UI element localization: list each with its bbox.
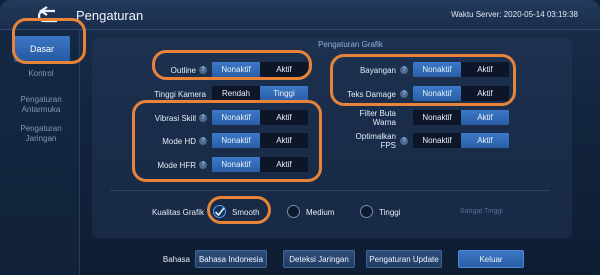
skill-vibration-label: Vibrasi Skill	[154, 114, 196, 123]
quality-radio-medium[interactable]	[287, 205, 300, 218]
quality-option-tinggi-label: Tinggi	[379, 208, 401, 217]
outline-option-on[interactable]: Aktif	[260, 62, 308, 77]
sidebar-item-pengaturan-jaringan[interactable]: Pengaturan Jaringan	[8, 124, 74, 144]
sidebar-item-label: Kontrol	[28, 69, 54, 78]
check-icon	[214, 207, 225, 217]
color-blind-filter-toggle: Nonaktif Aktif	[413, 110, 509, 125]
vibration-option-on[interactable]: Aktif	[260, 110, 308, 125]
quality-option-very-high-label: Sangat Tinggi	[460, 208, 503, 215]
page-title: Pengaturan	[76, 8, 144, 23]
hd-option-on[interactable]: Aktif	[260, 133, 308, 148]
optimize-fps-toggle: Nonaktif Aktif	[413, 133, 509, 148]
fps-option-off[interactable]: Nonaktif	[413, 133, 461, 148]
sidebar-item-label: Dasar	[29, 44, 54, 54]
vibration-option-off[interactable]: Nonaktif	[212, 110, 260, 125]
outline-label: Outline	[170, 66, 196, 75]
help-icon[interactable]: ?	[199, 137, 207, 145]
quality-radio-tinggi[interactable]	[360, 205, 373, 218]
sidebar-item-pengaturan-antarmuka[interactable]: Pengaturan Antarmuka	[8, 95, 74, 115]
server-time: Waktu Server: 2020-05-14 03:19:38	[451, 10, 578, 19]
shadow-option-on[interactable]: Aktif	[461, 62, 509, 77]
camera-height-label: Tinggi Kamera	[154, 90, 206, 99]
back-arrow-icon	[37, 6, 57, 23]
help-icon[interactable]: ?	[199, 66, 207, 74]
section-title: Pengaturan Grafik	[318, 40, 383, 49]
camera-option-high[interactable]: Tinggi	[260, 86, 308, 101]
language-label: Bahasa	[162, 255, 190, 264]
quality-label: Kualitas Grafik	[151, 208, 204, 217]
camera-option-low[interactable]: Rendah	[212, 86, 260, 101]
fps-option-on[interactable]: Aktif	[461, 133, 509, 148]
outline-toggle: Nonaktif Aktif	[212, 62, 308, 77]
help-icon[interactable]: ?	[199, 161, 207, 169]
damage-text-label: Teks Damage	[347, 90, 396, 99]
hfr-mode-label: Mode HFR	[157, 161, 196, 170]
quality-option-medium-label: Medium	[306, 208, 335, 217]
outline-option-off[interactable]: Nonaktif	[212, 62, 260, 77]
language-button[interactable]: Bahasa Indonesia	[195, 250, 267, 268]
camera-height-toggle: Rendah Tinggi	[212, 86, 308, 101]
shadow-label: Bayangan	[359, 66, 396, 75]
help-icon[interactable]: ?	[199, 114, 207, 122]
optimize-fps-label: Optimalkan FPS	[355, 132, 396, 150]
sidebar-item-label: Pengaturan Antarmuka	[20, 95, 62, 114]
update-settings-button[interactable]: Pengaturan Update	[366, 250, 442, 268]
sidebar-item-dasar[interactable]: Dasar	[14, 36, 70, 62]
help-icon[interactable]: ?	[400, 90, 408, 98]
shadow-option-off[interactable]: Nonaktif	[413, 62, 461, 77]
damage-text-toggle: Nonaktif Aktif	[413, 86, 509, 101]
hd-mode-toggle: Nonaktif Aktif	[212, 133, 308, 148]
hfr-mode-toggle: Nonaktif Aktif	[212, 157, 308, 172]
quality-option-smooth-label: Smooth	[232, 208, 260, 217]
quality-radio-smooth[interactable]	[213, 205, 226, 218]
skill-vibration-toggle: Nonaktif Aktif	[212, 110, 308, 125]
header-bar: Pengaturan Waktu Server: 2020-05-14 03:1…	[0, 0, 600, 30]
settings-window: Pengaturan Waktu Server: 2020-05-14 03:1…	[0, 0, 600, 275]
hfr-option-on[interactable]: Aktif	[260, 157, 308, 172]
exit-button[interactable]: Keluar	[458, 250, 524, 268]
help-icon[interactable]: ?	[400, 137, 408, 145]
detect-network-button[interactable]: Deteksi Jaringan	[283, 250, 355, 268]
damage-option-off[interactable]: Nonaktif	[413, 86, 461, 101]
sidebar-item-kontrol[interactable]: Kontrol	[8, 69, 74, 79]
sidebar-item-label: Pengaturan Jaringan	[20, 124, 62, 143]
shadow-toggle: Nonaktif Aktif	[413, 62, 509, 77]
back-button[interactable]	[32, 4, 66, 26]
divider	[110, 190, 550, 191]
hfr-option-off[interactable]: Nonaktif	[212, 157, 260, 172]
filter-option-off[interactable]: Nonaktif	[413, 110, 461, 125]
color-blind-filter-label: Filter Buta Warna	[359, 109, 396, 127]
filter-option-on[interactable]: Aktif	[461, 110, 509, 125]
damage-option-on[interactable]: Aktif	[461, 86, 509, 101]
sidebar: Dasar Kontrol Pengaturan Antarmuka Penga…	[0, 30, 80, 275]
hd-mode-label: Mode HD	[162, 137, 196, 146]
hd-option-off[interactable]: Nonaktif	[212, 133, 260, 148]
help-icon[interactable]: ?	[400, 66, 408, 74]
